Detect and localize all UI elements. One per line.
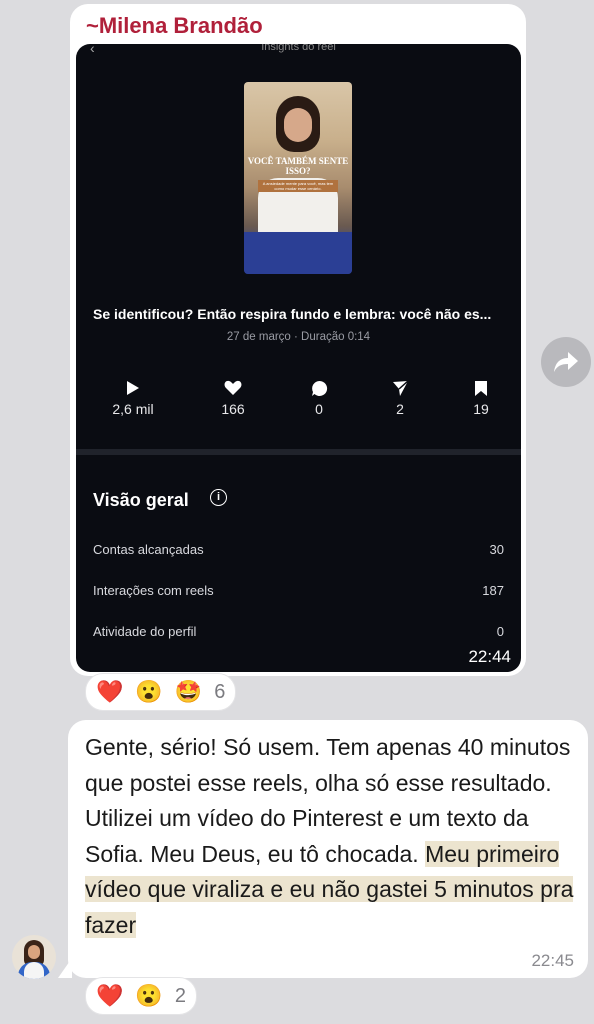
stat-value: 2,6 mil	[112, 401, 154, 417]
heart-reaction[interactable]: ❤️	[96, 679, 123, 705]
bubble-tail	[58, 958, 72, 978]
comment-icon	[289, 378, 349, 398]
stat-value: 0	[315, 401, 323, 417]
row-label: Atividade do perfil	[93, 624, 197, 639]
overview-title: Visão geral	[93, 490, 189, 510]
heart-reaction[interactable]: ❤️	[96, 983, 123, 1009]
stat-value: 2	[396, 401, 404, 417]
overview-row: Atividade do perfil 0	[93, 624, 504, 639]
thumbnail-jeans	[244, 232, 352, 274]
forward-button[interactable]	[541, 337, 591, 387]
instagram-insights-screenshot[interactable]: ‹ Insights do reel VOCÊ TAMBÉM SENTE ISS…	[76, 44, 521, 672]
stat-value: 166	[221, 401, 245, 417]
forwarded-screenshot-message[interactable]: ~Milena Brandão ‹ Insights do reel VOCÊ …	[70, 4, 526, 676]
reel-thumbnail: VOCÊ TAMBÉM SENTE ISSO? A ansiedade ment…	[244, 82, 352, 274]
reel-meta: 27 de março · Duração 0:14	[226, 331, 371, 343]
stat-shares: 2	[370, 378, 430, 417]
avatar[interactable]	[12, 935, 56, 979]
overview-row: Interações com reels 187	[93, 583, 504, 598]
stat-value: 19	[473, 401, 489, 417]
row-value: 187	[482, 583, 504, 598]
row-label: Contas alcançadas	[93, 542, 204, 557]
screenshot-topbar: ‹ Insights do reel	[76, 44, 521, 56]
row-label: Interações com reels	[93, 583, 214, 598]
starstruck-reaction[interactable]: 🤩	[175, 679, 202, 705]
send-icon	[370, 378, 430, 398]
text-message[interactable]: Gente, sério! Só usem. Tem apenas 40 min…	[68, 720, 588, 978]
surprised-reaction[interactable]: 😮	[135, 679, 162, 705]
reaction-count[interactable]: 6	[214, 681, 225, 704]
row-value: 30	[489, 542, 504, 557]
heart-icon	[203, 378, 263, 398]
thumbnail-face	[284, 108, 312, 142]
section-divider	[76, 449, 521, 455]
reactions-bar[interactable]: ❤️ 😮 🤩 6	[85, 673, 237, 711]
thumbnail-headline: VOCÊ TAMBÉM SENTE ISSO?	[247, 156, 349, 176]
stat-likes: 166	[203, 378, 263, 417]
info-icon: i	[210, 489, 227, 506]
forward-arrow-icon	[554, 352, 578, 372]
bookmark-icon	[451, 378, 511, 398]
sender-name[interactable]: ~Milena Brandão	[86, 13, 263, 39]
reactions-bar[interactable]: ❤️ 😮 2	[85, 977, 197, 1015]
message-text: Gente, sério! Só usem. Tem apenas 40 min…	[85, 730, 575, 943]
stat-plays: 2,6 mil	[103, 378, 163, 417]
avatar-coat	[24, 962, 44, 979]
stat-comments: 0	[289, 378, 349, 417]
message-time: 22:45	[531, 951, 574, 970]
message-time: 22:44	[468, 647, 511, 666]
avatar-face	[28, 945, 40, 959]
reaction-count[interactable]: 2	[175, 985, 186, 1008]
thumbnail-subline: A ansiedade mente para você, mas tem com…	[258, 180, 338, 192]
surprised-reaction[interactable]: 😮	[135, 983, 162, 1009]
overview-row: Contas alcançadas 30	[93, 542, 504, 557]
stat-saves: 19	[451, 378, 511, 417]
play-icon	[103, 378, 163, 398]
screenshot-title: Insights do reel	[261, 44, 336, 53]
reel-caption: Se identificou? Então respira fundo e le…	[93, 306, 492, 322]
row-value: 0	[496, 624, 504, 639]
